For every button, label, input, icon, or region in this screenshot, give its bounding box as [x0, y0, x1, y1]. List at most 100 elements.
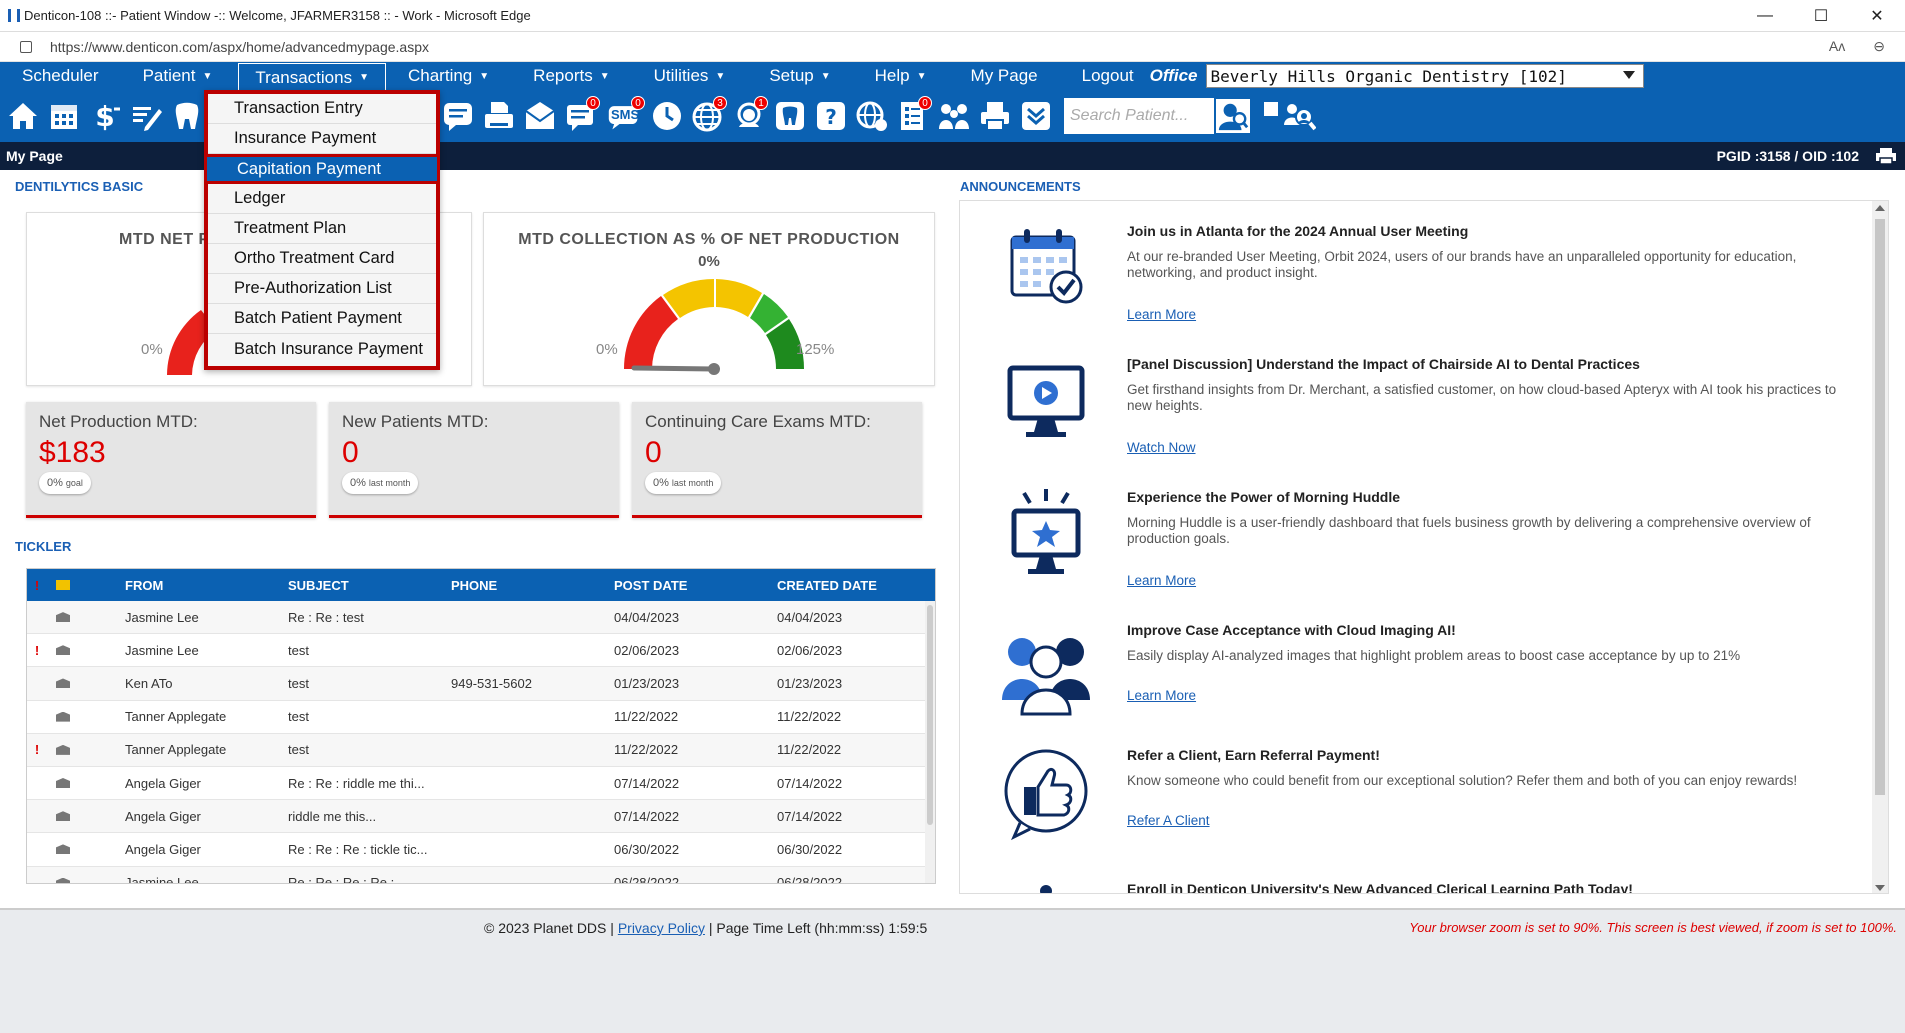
mail-cell	[47, 844, 79, 855]
calendar-icon[interactable]	[47, 97, 81, 135]
print-icon[interactable]	[1875, 147, 1897, 165]
table-row[interactable]: Jasmine Lee Re : Re : Re : Re : 06/28/2022…	[27, 866, 935, 884]
table-row[interactable]: Ken ATo test 949-531-5602 01/23/2023 01/23/2…	[27, 667, 935, 701]
menu-item-batch-insurance-payment[interactable]: Batch Insurance Payment	[208, 334, 436, 364]
dropdown-arrow-icon	[1622, 71, 1635, 79]
announcements-scrollbar[interactable]	[1872, 201, 1888, 893]
cell-created-date: 07/14/2022	[777, 808, 843, 824]
app-icon	[8, 9, 20, 22]
chat-list-icon[interactable]	[441, 97, 475, 135]
announcements-heading: ANNOUNCEMENTS	[960, 179, 1081, 194]
envelope-icon	[56, 778, 70, 789]
priority-flag: !	[34, 742, 40, 758]
col-post-date[interactable]: POST DATE	[614, 578, 777, 593]
tooth-chart-icon[interactable]	[773, 97, 807, 135]
table-row[interactable]: ! Tanner Applegate test 11/22/2022 11/22/202…	[27, 733, 935, 767]
col-priority[interactable]: !	[27, 578, 47, 593]
cell-from: Jasmine Lee	[125, 609, 199, 625]
print-document-icon[interactable]	[482, 97, 516, 135]
menu-setup[interactable]: Setup ▼	[747, 62, 852, 90]
announcement-link[interactable]: Learn More	[1127, 573, 1196, 588]
minimize-button[interactable]: —	[1737, 0, 1793, 32]
gauge-min-label: 0%	[596, 341, 618, 358]
search-option-checkbox[interactable]	[1264, 102, 1278, 116]
menu-utilities[interactable]: Utilities ▼	[632, 62, 748, 90]
dollar-icon[interactable]: $	[88, 97, 122, 135]
col-subject[interactable]: SUBJECT	[288, 578, 451, 593]
messages-icon[interactable]: 0	[564, 96, 600, 135]
home-icon[interactable]	[6, 97, 40, 135]
menu-item-treatment-plan[interactable]: Treatment Plan	[208, 214, 436, 244]
sms-icon[interactable]: SMS 0	[605, 96, 645, 135]
office-select[interactable]: Beverly Hills Organic Dentistry [102]	[1205, 64, 1644, 88]
family-icon[interactable]	[937, 97, 971, 135]
menu-item-pre-authorization-list[interactable]: Pre-Authorization List	[208, 274, 436, 304]
cell-created-date: 11/22/2022	[777, 742, 842, 758]
announcement-link[interactable]: Watch Now	[1127, 440, 1196, 455]
menu-transactions[interactable]: Transactions ▼	[238, 63, 386, 91]
menu-scheduler[interactable]: Scheduler	[0, 62, 121, 90]
close-button[interactable]: ✕	[1849, 0, 1905, 32]
patient-search-button[interactable]	[1214, 97, 1252, 135]
menu-item-capitation-payment[interactable]: Capitation Payment	[204, 154, 440, 184]
menu-help[interactable]: Help ▼	[853, 62, 949, 90]
zoom-icon[interactable]: ⊖	[1873, 38, 1885, 55]
menu-item-insurance-payment[interactable]: Insurance Payment	[208, 124, 436, 154]
cell-from: Tanner Applegate	[125, 709, 227, 725]
menu-item-batch-patient-payment[interactable]: Batch Patient Payment	[208, 304, 436, 334]
menu-logout[interactable]: Logout	[1060, 62, 1142, 90]
web-icon[interactable]	[855, 97, 889, 135]
zoom-warning: Your browser zoom is set to 90%. This sc…	[1409, 920, 1897, 935]
cell-from: Jasmine Lee	[125, 875, 199, 884]
gauge-dial	[623, 279, 805, 375]
scroll-thumb[interactable]	[1875, 219, 1885, 795]
advanced-search-icon[interactable]	[1282, 97, 1316, 135]
menu-my-page[interactable]: My Page	[949, 62, 1060, 90]
tooth-icon[interactable]	[170, 97, 204, 135]
support-agent-icon[interactable]: 1	[732, 96, 768, 135]
printer-icon[interactable]	[978, 97, 1012, 135]
table-row[interactable]: Angela Giger Re : Re : Re : tickle tic...…	[27, 833, 935, 867]
globe-icon[interactable]: 3	[691, 96, 727, 135]
col-mail[interactable]	[47, 580, 79, 590]
scroll-down-icon[interactable]	[1875, 885, 1885, 891]
scroll-thumb[interactable]	[927, 605, 933, 825]
announcement-link[interactable]: Learn More	[1127, 307, 1196, 322]
read-aloud-icon[interactable]: Aʌ	[1829, 38, 1845, 55]
table-scrollbar[interactable]	[925, 601, 935, 883]
url-field[interactable]: https://www.denticon.com/aspx/home/advan…	[50, 39, 429, 55]
checklist-icon[interactable]: 0	[896, 96, 932, 135]
table-body: Jasmine Lee Re : Re : test 04/04/2023 04/04…	[27, 601, 935, 884]
table-row[interactable]: Jasmine Lee Re : Re : test 04/04/2023 04/04…	[27, 601, 935, 635]
table-row[interactable]: ! Jasmine Lee test 02/06/2023 02/06/2023	[27, 634, 935, 668]
collapse-down-icon[interactable]	[1019, 97, 1053, 135]
col-phone[interactable]: PHONE	[451, 578, 614, 593]
maximize-button[interactable]: ☐	[1793, 0, 1849, 32]
menu-item-transaction-entry[interactable]: Transaction Entry	[208, 94, 436, 124]
table-row[interactable]: Angela Giger Re : Re : riddle me thi... 07…	[27, 767, 935, 801]
col-from[interactable]: FROM	[79, 578, 288, 593]
col-created-date[interactable]: CREATED DATE	[777, 578, 927, 593]
help-tooth-icon[interactable]: ?	[814, 97, 848, 135]
email-icon[interactable]	[523, 97, 557, 135]
cell-subject: Re : Re : Re : tickle tic...	[288, 841, 428, 857]
table-row[interactable]: Angela Giger riddle me this... 07/14/2022 0…	[27, 800, 935, 834]
menu-patient[interactable]: Patient ▼	[121, 62, 235, 90]
menu-item-ortho-treatment-card[interactable]: Ortho Treatment Card	[208, 244, 436, 274]
envelope-icon	[56, 744, 70, 755]
cell-created-date: 06/28/2022	[777, 875, 843, 884]
cell-subject: Re : Re : test	[288, 609, 364, 625]
scroll-up-icon[interactable]	[1875, 205, 1885, 211]
menu-reports[interactable]: Reports ▼	[511, 62, 631, 90]
announcement-link[interactable]: Refer A Client	[1127, 813, 1210, 828]
patient-search-input[interactable]: Search Patient...	[1064, 98, 1214, 134]
table-row[interactable]: Tanner Applegate test 11/22/2022 11/22/2022	[27, 701, 935, 734]
menu-charting[interactable]: Charting ▼	[386, 62, 511, 90]
privacy-policy-link[interactable]: Privacy Policy	[618, 920, 705, 936]
menu-item-ledger[interactable]: Ledger	[208, 184, 436, 214]
clock-icon[interactable]	[650, 97, 684, 135]
announcement-description: At our re-branded User Meeting, Orbit 20…	[1127, 249, 1797, 280]
svg-text:$: $	[95, 100, 114, 133]
announcement-link[interactable]: Learn More	[1127, 688, 1196, 703]
edit-notes-icon[interactable]	[129, 97, 163, 135]
